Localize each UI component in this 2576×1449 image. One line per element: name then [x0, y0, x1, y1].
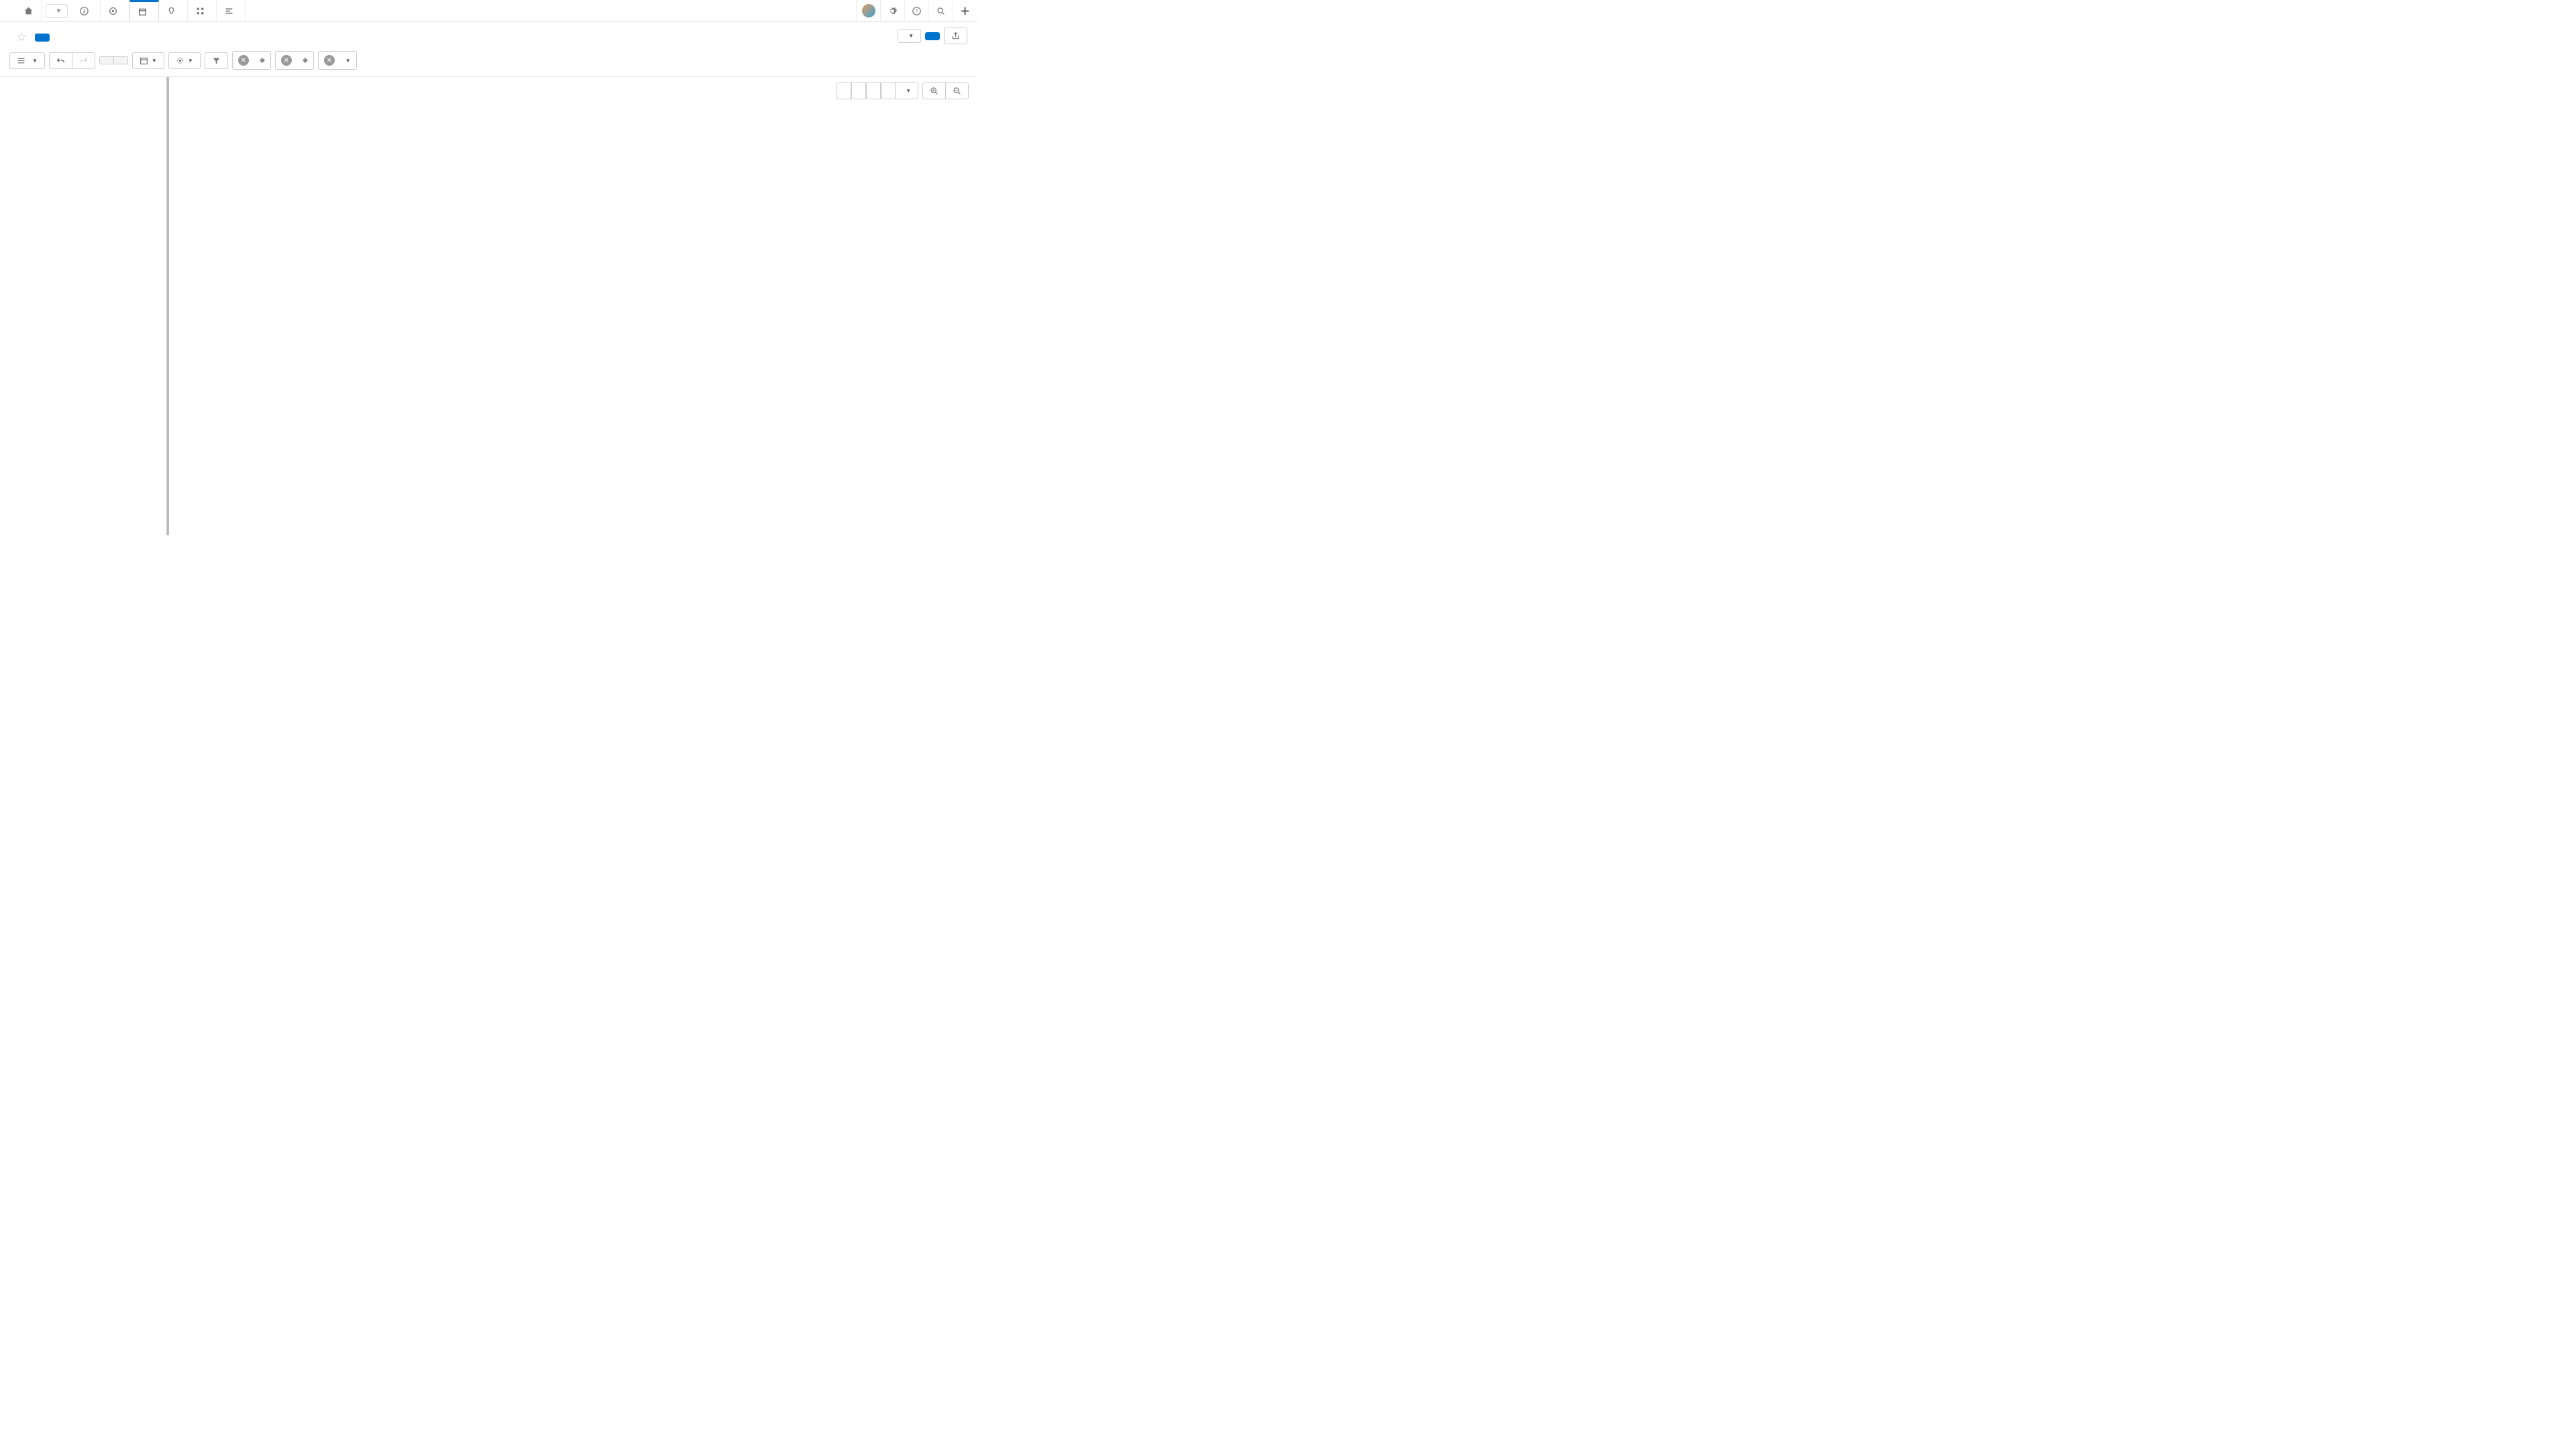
nav-releases[interactable] [129, 0, 159, 22]
filter-settings[interactable]: ✕ ▼ [318, 51, 357, 70]
target-icon [109, 7, 117, 15]
remove-filter-icon[interactable]: ✕ [324, 55, 335, 66]
search-icon [936, 7, 945, 15]
zoom-1y[interactable] [866, 83, 881, 99]
filter-release[interactable]: ✕ [275, 51, 314, 70]
releases-filter[interactable] [99, 56, 114, 64]
nav-ideas[interactable] [159, 0, 188, 22]
nav-strategy[interactable] [101, 0, 129, 22]
zoom-in-button[interactable] [922, 83, 946, 99]
home-icon [24, 7, 33, 15]
zoom-in-icon [930, 87, 938, 95]
question-icon: ? [912, 7, 921, 15]
calendar-icon [138, 7, 147, 16]
redo-icon [79, 56, 88, 65]
gear-icon [176, 56, 184, 65]
zoom-out-icon [953, 87, 961, 95]
nav-roadmaps[interactable] [217, 0, 246, 22]
add-release-button[interactable] [35, 34, 50, 42]
calendar-icon [140, 56, 148, 65]
filter-button[interactable] [205, 52, 228, 69]
gantt-sidebar [0, 77, 169, 535]
add-button[interactable] [953, 0, 977, 22]
page-header: ☆ ▼ [0, 22, 977, 51]
nav-features[interactable] [188, 0, 217, 22]
help-icon[interactable]: ? [904, 0, 928, 22]
zoom-out-button[interactable] [946, 83, 969, 99]
settings-icon[interactable] [880, 0, 904, 22]
svg-text:?: ? [916, 7, 918, 13]
funnel-icon [212, 56, 221, 65]
toolbar: ▼ ▼ ▼ ✕ ✕ ✕ ▼ [0, 51, 977, 76]
gantt-view-button[interactable]: ▼ [9, 52, 45, 69]
gantt-chart: ▼ [0, 77, 977, 535]
home-nav[interactable] [16, 0, 42, 22]
search-button[interactable] [928, 0, 953, 22]
settings-dropdown[interactable]: ▼ [168, 52, 201, 69]
filter-workspace[interactable]: ✕ [232, 51, 271, 70]
date-picker-button[interactable]: ▼ [132, 52, 164, 69]
grid-icon [196, 7, 205, 15]
favorite-star-icon[interactable]: ☆ [16, 30, 27, 44]
top-nav: ▼ ? [0, 0, 977, 22]
remove-filter-icon[interactable]: ✕ [238, 55, 249, 66]
undo-button[interactable] [49, 52, 72, 69]
roadmap-icon [225, 7, 233, 15]
plus-icon [960, 6, 970, 16]
info-icon [80, 7, 89, 15]
zoom-custom[interactable]: ▼ [896, 83, 918, 99]
list-icon [17, 56, 25, 65]
workspace-selector[interactable]: ▼ [46, 4, 68, 18]
gear-icon [888, 7, 897, 15]
zoom-6m[interactable] [851, 83, 866, 99]
zoom-fit[interactable] [881, 83, 896, 99]
remove-filter-icon[interactable]: ✕ [281, 55, 292, 66]
nav-info[interactable] [72, 0, 101, 22]
epics-filter[interactable] [114, 56, 128, 64]
zoom-1q[interactable] [837, 83, 851, 99]
gantt-timeline[interactable]: ▼ [169, 77, 977, 535]
share-button[interactable] [944, 28, 967, 44]
share-icon [951, 32, 960, 40]
save-changes-button[interactable] [925, 32, 940, 40]
undo-icon [56, 56, 65, 65]
views-dropdown[interactable]: ▼ [898, 29, 921, 43]
redo-button[interactable] [72, 52, 95, 69]
avatar[interactable] [856, 0, 880, 22]
bulb-icon [167, 7, 176, 15]
